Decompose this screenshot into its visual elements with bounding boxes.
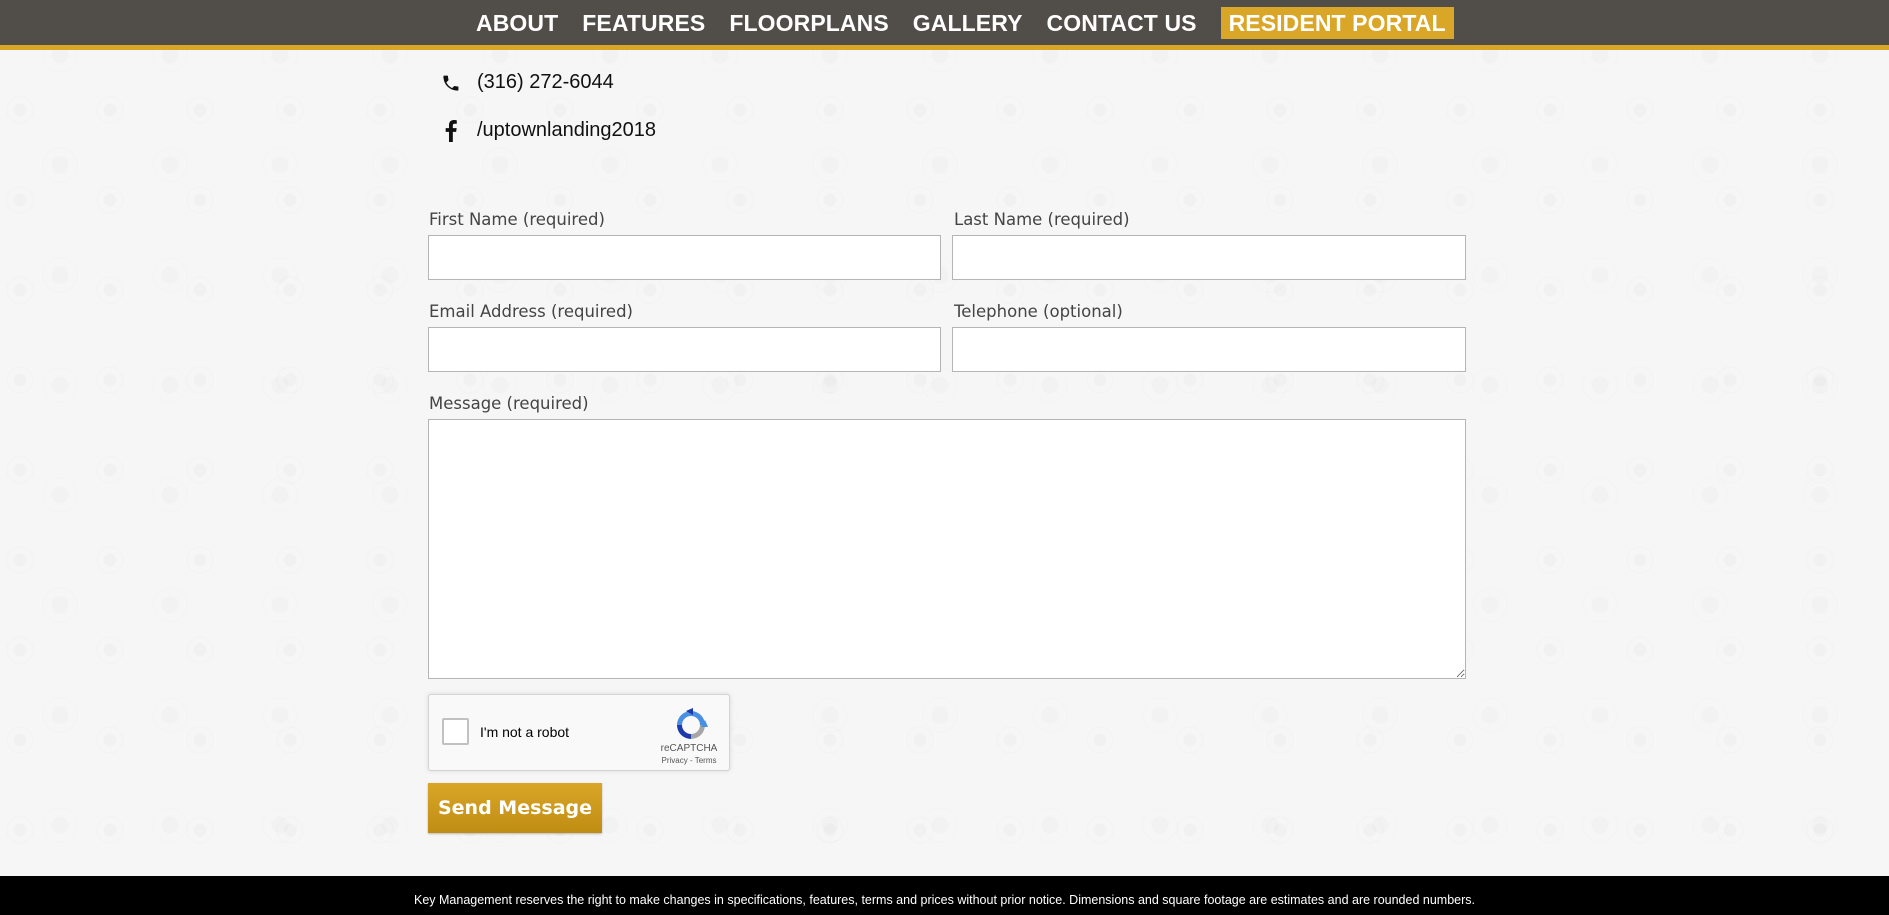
last-name-label: Last Name (required) [954, 210, 1130, 229]
nav-item-resident-portal[interactable]: RESIDENT PORTAL [1220, 6, 1454, 39]
nav-item-features[interactable]: FEATURES [582, 8, 705, 38]
footer: Key Management reserves the right to mak… [0, 876, 1889, 915]
nav-menu: ABOUT FEATURES FLOORPLANS GALLERY CONTAC… [476, 0, 1454, 45]
telephone-label: Telephone (optional) [954, 302, 1123, 321]
recaptcha-widget: I'm not a robot reCAPTCHA Privacy - Term… [428, 694, 730, 771]
top-navigation-bar: ABOUT FEATURES FLOORPLANS GALLERY CONTAC… [0, 0, 1889, 50]
nav-item-floorplans[interactable]: FLOORPLANS [729, 8, 888, 38]
send-message-button[interactable]: Send Message [428, 783, 602, 833]
facebook-icon [440, 119, 462, 142]
nav-item-about[interactable]: ABOUT [476, 8, 558, 38]
recaptcha-privacy-terms[interactable]: Privacy - Terms [653, 756, 725, 765]
message-label: Message (required) [429, 394, 589, 413]
contact-facebook[interactable]: /uptownlanding2018 [440, 119, 656, 142]
message-field[interactable] [428, 419, 1466, 679]
phone-icon [440, 72, 462, 94]
recaptcha-brand: reCAPTCHA [660, 743, 718, 754]
recaptcha-checkbox[interactable] [442, 718, 469, 745]
first-name-field[interactable] [428, 235, 941, 280]
email-field[interactable] [428, 327, 941, 372]
contact-phone[interactable]: (316) 272-6044 [440, 71, 614, 94]
first-name-label: First Name (required) [429, 210, 605, 229]
nav-item-contact-us[interactable]: CONTACT US [1047, 8, 1197, 38]
recaptcha-logo-icon [673, 707, 709, 743]
nav-item-gallery[interactable]: GALLERY [913, 8, 1023, 38]
email-label: Email Address (required) [429, 302, 633, 321]
telephone-field[interactable] [952, 327, 1466, 372]
footer-disclaimer: Key Management reserves the right to mak… [414, 893, 1475, 907]
last-name-field[interactable] [952, 235, 1466, 280]
facebook-handle: /uptownlanding2018 [477, 119, 657, 141]
recaptcha-label: I'm not a robot [480, 724, 570, 740]
phone-number: (316) 272-6044 [477, 71, 614, 93]
